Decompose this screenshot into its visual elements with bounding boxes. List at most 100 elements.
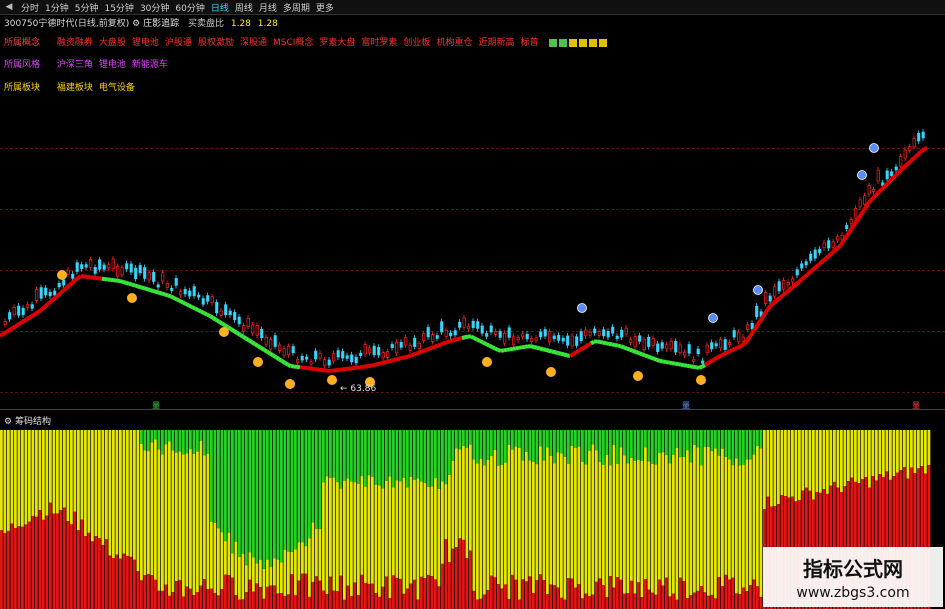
- chip-bar-yellow: [210, 521, 213, 589]
- chip-bar-yellow: [507, 444, 511, 600]
- chip-bar-red: [612, 587, 616, 609]
- chip-bar-yellow: [672, 454, 675, 594]
- chip-bar-yellow: [885, 430, 889, 472]
- chip-bar-red: [59, 509, 63, 609]
- chip-bar-green: [518, 430, 521, 448]
- chip-bar-yellow: [434, 478, 437, 580]
- gear-icon[interactable]: ⚙: [4, 417, 12, 427]
- chip-bar-red: [70, 524, 73, 609]
- chip-bar-yellow: [42, 430, 45, 520]
- candle-body: [696, 348, 700, 355]
- trend-band: [167, 293, 172, 299]
- trend-band: [389, 358, 394, 363]
- chip-bar-red: [101, 545, 105, 609]
- chip-bar-green: [525, 430, 528, 452]
- chip-bar-yellow: [756, 445, 759, 587]
- candle-body: [224, 304, 228, 316]
- trend-band: [509, 346, 514, 352]
- sub-panel-title: ⚙ 筹码结构: [4, 417, 51, 427]
- chip-bar-yellow: [784, 430, 787, 496]
- trend-band: [482, 340, 487, 346]
- chip-bar-green: [644, 430, 647, 448]
- chip-bar-yellow: [595, 450, 598, 582]
- chip-bar-red: [210, 588, 213, 609]
- chip-bar-yellow: [675, 447, 679, 600]
- trend-band: [629, 347, 634, 353]
- chip-bar-green: [738, 430, 742, 466]
- chip-bar-green: [651, 430, 654, 464]
- candle-body: [741, 336, 745, 342]
- chip-bar-yellow: [647, 461, 651, 590]
- chip-bar-red: [605, 597, 609, 609]
- candle-body: [503, 332, 507, 344]
- chip-bar-green: [206, 430, 210, 454]
- candle-body: [143, 267, 147, 279]
- chip-bar-green: [374, 430, 378, 485]
- chip-bar-yellow: [245, 565, 248, 593]
- trend-band: [217, 319, 224, 326]
- chip-bar-green: [238, 430, 241, 557]
- chip-bar-red: [269, 585, 273, 609]
- trend-band: [545, 348, 550, 353]
- chip-bar-yellow: [703, 446, 707, 593]
- candle-body: [521, 333, 525, 337]
- trend-band: [208, 314, 215, 320]
- trend-band: [901, 164, 908, 170]
- candle-body: [845, 225, 849, 229]
- trend-band: [524, 344, 529, 349]
- chip-bar-green: [154, 430, 157, 440]
- chip-bar-yellow: [143, 450, 147, 576]
- trend-band: [683, 363, 688, 368]
- signal-icon: [869, 143, 879, 153]
- trend-band: [170, 294, 175, 300]
- chip-bar-green: [749, 430, 752, 460]
- chip-bar-yellow: [861, 430, 864, 479]
- chip-bar-red: [416, 599, 420, 609]
- chip-bar-red: [644, 579, 647, 609]
- trend-band: [182, 300, 187, 306]
- candle-body: [687, 344, 691, 354]
- chip-bar-red: [682, 581, 686, 609]
- trend-band: [203, 311, 208, 317]
- candle-body: [723, 339, 727, 350]
- trend-band: [919, 147, 926, 154]
- chip-bar-green: [605, 430, 609, 455]
- chip-bar-green: [696, 430, 700, 448]
- chip-bar-green: [287, 430, 290, 552]
- candle-body: [678, 344, 682, 354]
- candle-body: [188, 290, 192, 297]
- candle-body: [444, 330, 448, 337]
- chip-bar-yellow: [644, 447, 647, 580]
- candle-body: [818, 248, 822, 253]
- trend-band: [778, 293, 785, 300]
- trend-band: [796, 278, 803, 285]
- candle-body: [44, 287, 48, 296]
- chip-bar-yellow: [721, 448, 724, 587]
- candle-body: [26, 304, 30, 309]
- chip-bar-green: [721, 430, 724, 449]
- chip-bar-yellow: [801, 430, 805, 491]
- candle-body: [287, 346, 291, 356]
- candle-body: [642, 339, 646, 351]
- chip-bar-yellow: [399, 481, 402, 579]
- chip-bar-red: [248, 579, 252, 609]
- chip-bar-red: [476, 599, 479, 609]
- chip-bar-green: [434, 430, 437, 479]
- trend-band: [250, 340, 257, 346]
- chip-bar-yellow: [441, 481, 444, 564]
- chip-bar-yellow: [829, 430, 833, 486]
- chip-bar-red: [696, 590, 700, 609]
- chip-bar-green: [675, 430, 679, 448]
- chip-bar-red: [52, 513, 56, 609]
- vol-marker: 量: [152, 401, 160, 410]
- chip-bar-yellow: [318, 528, 322, 581]
- candle-body: [174, 278, 178, 286]
- chip-bar-green: [490, 430, 493, 456]
- chip-bar-yellow: [665, 455, 668, 578]
- trend-band: [548, 348, 553, 354]
- chip-bar-green: [472, 430, 476, 460]
- chip-bar-green: [458, 430, 462, 450]
- chip-bar-red: [619, 579, 623, 609]
- chip-bar-red: [0, 530, 3, 609]
- chip-bar-red: [511, 574, 514, 609]
